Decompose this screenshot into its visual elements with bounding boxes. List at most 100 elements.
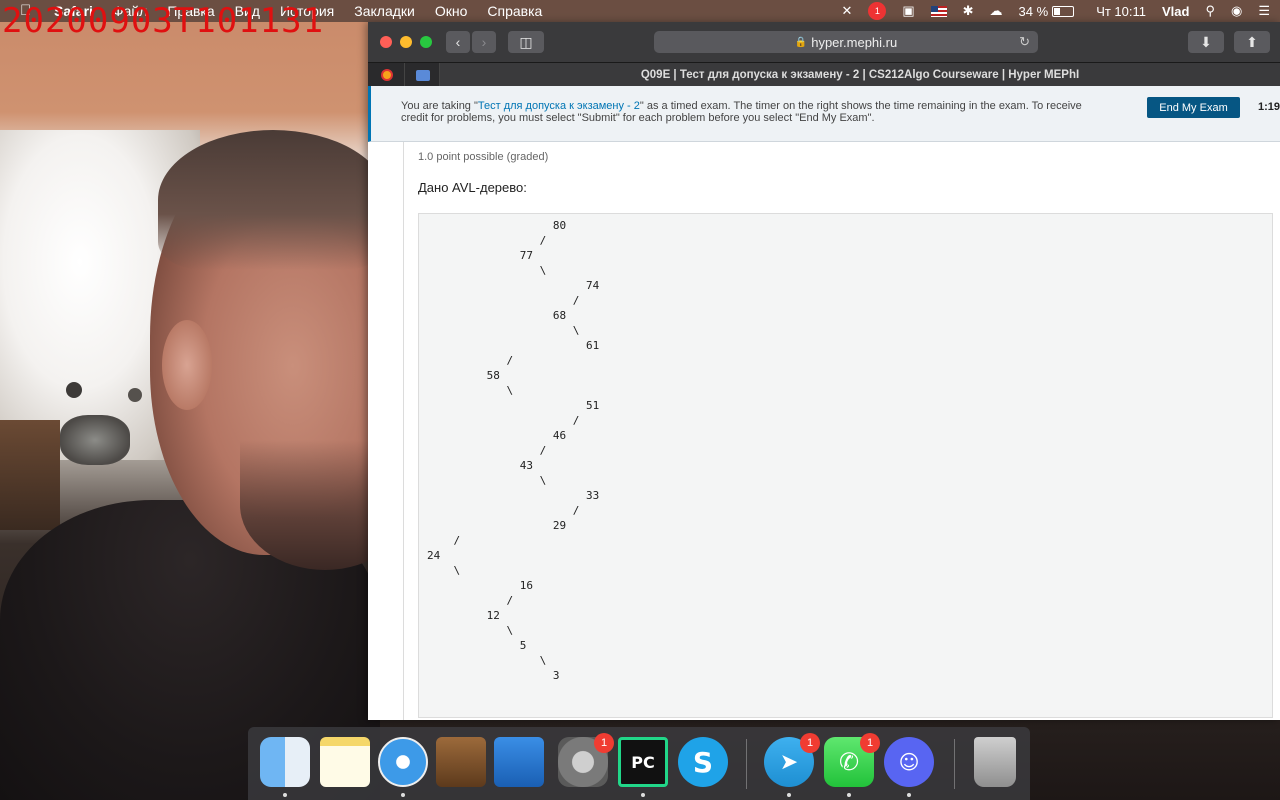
webcam-object	[128, 388, 142, 402]
menu-window[interactable]: Окно	[435, 3, 468, 19]
clock[interactable]: Чт 10:11	[1096, 4, 1146, 19]
tree-line: \	[427, 564, 461, 577]
dock-separator	[746, 739, 747, 789]
share-button[interactable]: ⬆	[1234, 31, 1270, 53]
running-indicator	[283, 793, 287, 797]
tree-line: /	[427, 594, 514, 607]
tree-line: /	[427, 294, 580, 307]
close-window-button[interactable]	[380, 36, 392, 48]
forward-button[interactable]: ›	[472, 31, 496, 53]
back-button[interactable]: ‹	[446, 31, 470, 53]
address-bar[interactable]: 🔒 hyper.mephi.ru ↻	[654, 31, 1038, 53]
exam-timer: 1:19:	[1258, 101, 1280, 113]
tab-divider	[404, 63, 405, 87]
notification-badge: 1	[868, 2, 887, 20]
notification-app-icon[interactable]: 1	[868, 2, 887, 20]
messages-icon[interactable]: ▣	[902, 3, 914, 19]
tree-line: 68	[427, 309, 567, 322]
pinned-tab-1[interactable]	[378, 66, 396, 84]
tree-line: 43	[427, 459, 533, 472]
tree-line: 12	[427, 609, 500, 622]
content-divider	[403, 142, 404, 720]
menu-help[interactable]: Справка	[487, 3, 542, 19]
skype-icon[interactable]: S	[678, 737, 728, 787]
tree-line: /	[427, 414, 580, 427]
tree-line: 29	[427, 519, 567, 532]
running-indicator	[641, 793, 645, 797]
menu-bookmarks[interactable]: Закладки	[354, 3, 415, 19]
exam-link[interactable]: Тест для допуска к экзамену - 2	[478, 100, 640, 112]
wifi-icon[interactable]: ☁	[990, 3, 1003, 19]
exam-banner-text-before: You are taking "	[401, 100, 478, 112]
webcam-lamp	[60, 415, 130, 465]
system-preferences-icon[interactable]: 1	[558, 733, 614, 787]
exam-banner-text: You are taking "Тест для допуска к экзам…	[401, 100, 1101, 124]
tree-line: 3	[427, 669, 560, 682]
safari-icon[interactable]	[378, 737, 428, 787]
tree-line: /	[427, 504, 580, 517]
sidebar-toggle-button[interactable]: ◫	[508, 31, 544, 53]
tree-line: 24	[427, 549, 441, 562]
tree-line: \	[427, 264, 547, 277]
active-tab[interactable]: Q09E | Тест для допуска к экзамену - 2 |…	[440, 63, 1280, 87]
downloads-button[interactable]: ⬇	[1188, 31, 1224, 53]
tree-line: 46	[427, 429, 567, 442]
pycharm-label: PC	[631, 752, 655, 772]
system-preferences-badge: 1	[594, 733, 614, 753]
telegram-badge: 1	[800, 733, 820, 753]
input-source-flag-icon[interactable]	[930, 5, 947, 17]
mute-icon[interactable]: ✕	[841, 3, 852, 19]
lock-icon: 🔒	[794, 36, 808, 48]
battery-icon[interactable]	[1052, 5, 1075, 17]
webcam-object	[66, 382, 82, 398]
tree-line: 16	[427, 579, 533, 592]
avl-tree-code-block: 80 / 77 \ 74 / 68 \ 61 / 58 \ 51 / 46 / …	[418, 213, 1273, 718]
discord-icon[interactable]: ☺	[884, 737, 934, 787]
siri-icon[interactable]: ◉	[1231, 3, 1242, 19]
user-name[interactable]: Vlad	[1162, 4, 1189, 19]
finder-icon[interactable]	[260, 737, 310, 787]
tree-line: 5	[427, 639, 527, 652]
fullscreen-window-button[interactable]	[420, 36, 432, 48]
tree-line: \	[427, 474, 547, 487]
bluetooth-icon[interactable]: ✱	[963, 3, 974, 19]
recording-timestamp: 20200903T101131	[2, 1, 325, 41]
pycharm-icon[interactable]: PC	[618, 737, 668, 787]
trash-icon[interactable]	[974, 737, 1016, 787]
running-indicator	[401, 793, 405, 797]
running-indicator	[787, 793, 791, 797]
garageband-icon[interactable]	[436, 737, 486, 787]
chat-favicon-icon	[416, 69, 430, 81]
minimize-window-button[interactable]	[400, 36, 412, 48]
problem-question: Дано AVL-дерево:	[418, 180, 527, 195]
dock-separator	[954, 739, 955, 789]
notes-icon[interactable]	[320, 737, 370, 787]
tab-bar: Q09E | Тест для допуска к экзамену - 2 |…	[368, 62, 1280, 87]
facetime-icon[interactable]: ✆ 1	[824, 733, 880, 787]
xcode-icon[interactable]	[494, 737, 544, 787]
tree-line: \	[427, 654, 547, 667]
tree-line: 77	[427, 249, 533, 262]
battery-percent[interactable]: 34 %	[1019, 4, 1049, 19]
running-indicator	[847, 793, 851, 797]
telegram-icon[interactable]: ➤ 1	[764, 733, 820, 787]
tree-line: 58	[427, 369, 500, 382]
tree-line: \	[427, 384, 514, 397]
tree-line: /	[427, 234, 547, 247]
chevron-right-icon: ›	[481, 34, 487, 50]
share-icon: ⬆	[1246, 33, 1258, 50]
webcam-shelf	[0, 420, 60, 530]
pinned-tab-2[interactable]	[414, 66, 432, 84]
tree-line: \	[427, 624, 514, 637]
reload-icon[interactable]: ↻	[1019, 34, 1030, 50]
notification-center-icon[interactable]: ☰	[1258, 3, 1270, 19]
timed-exam-banner: You are taking "Тест для допуска к экзам…	[368, 86, 1280, 142]
spotlight-search-icon[interactable]: ⚲	[1205, 3, 1215, 19]
tree-line: \	[427, 324, 580, 337]
window-controls	[380, 36, 432, 48]
tree-line: /	[427, 354, 514, 367]
end-my-exam-button[interactable]: End My Exam	[1147, 97, 1240, 118]
webcam-person-hair	[158, 130, 388, 270]
status-area: ✕ 1 ▣ ✱ ☁ 34 % Чт 10:11 Vlad ⚲ ◉ ☰	[825, 2, 1270, 20]
sidebar-icon: ◫	[519, 33, 533, 50]
